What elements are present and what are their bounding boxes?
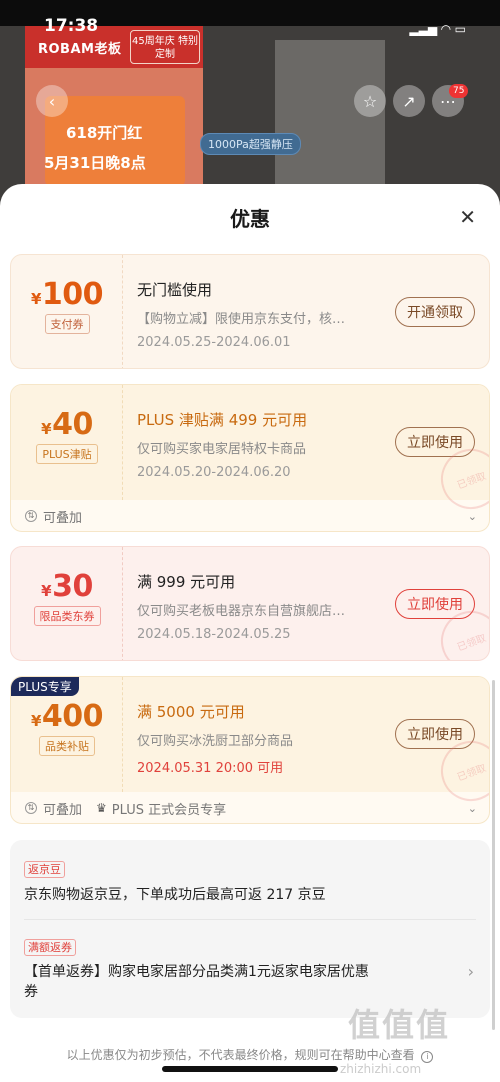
coupon-desc: 仅可购买家电家居特权卡商品: [137, 442, 307, 457]
coupon-card: ¥30 限品类东券 满 999 元可用 仅可购买老板电器京东自营旗舰店… 202…: [10, 546, 490, 661]
status-time: 17:38: [44, 16, 99, 36]
coupon-type: 支付券: [44, 314, 90, 334]
jingdou-label: 返京豆: [24, 861, 65, 878]
stackable-label: 可叠加: [43, 510, 83, 526]
chevron-down-icon[interactable]: ⌄: [468, 510, 477, 523]
share-icon[interactable]: ↗: [393, 85, 425, 117]
chevron-down-icon[interactable]: ⌄: [468, 802, 477, 815]
coupon-type: PLUS津贴: [36, 444, 98, 464]
coupon-amount: ¥30: [41, 569, 93, 604]
coupon-card: ¥100 支付券 无门槛使用 【购物立减】限使用京东支付，核… 2024.05.…: [10, 254, 490, 369]
coupon-type: 品类补贴: [39, 736, 95, 756]
jingdou-text: 京东购物返京豆，下单成功后最高可返 217 京豆: [24, 887, 326, 903]
stack-icon: ⇅: [25, 510, 37, 522]
plus-member-label: PLUS 正式会员专享: [111, 802, 227, 818]
coupon-type: 限品类东券: [33, 606, 101, 626]
open-claim-button[interactable]: 开通领取: [395, 297, 475, 327]
chevron-right-icon[interactable]: ›: [468, 962, 474, 981]
favorite-star-icon[interactable]: ☆: [354, 85, 386, 117]
status-icons: ▂▃▅ ◠ ▭: [409, 22, 466, 36]
brand-logo: ROBAM老板: [38, 42, 122, 57]
coupon-amount: ¥400: [30, 699, 104, 734]
coupon-card: PLUS专享 ¥400 品类补贴 满 5000 元可用 仅可购买冰洗厨卫部分商品…: [10, 676, 490, 824]
coupon-desc: 【购物立减】限使用京东支付，核…: [137, 312, 346, 327]
coupon-desc: 仅可购买老板电器京东自营旗舰店…: [137, 604, 346, 619]
feature-tag: 1000Pa超强静压: [200, 133, 301, 155]
watermark-logo: 值值值: [348, 1006, 451, 1044]
crown-icon: ♛: [96, 801, 107, 815]
rebate-text: 【首单返券】购家电家居部分品类满1元返家电家居优惠券: [24, 964, 369, 1000]
home-indicator[interactable]: [162, 1066, 338, 1072]
coupon-amount: ¥100: [30, 277, 104, 312]
anniversary-badge: 45周年庆 特别定制: [130, 30, 200, 64]
coupon-title: 满 999 元可用: [137, 573, 236, 591]
back-button[interactable]: ‹: [36, 85, 68, 117]
coupon-desc: 仅可购买冰洗厨卫部分商品: [137, 734, 294, 749]
close-icon[interactable]: ✕: [459, 205, 476, 229]
coupon-date: 2024.05.25-2024.06.01: [137, 335, 291, 350]
coupon-amount: ¥40: [41, 407, 93, 442]
stackable-row[interactable]: ⇅ 可叠加 ⌄: [11, 501, 489, 531]
info-icon[interactable]: i: [421, 1051, 434, 1063]
stack-icon: ⇅: [25, 802, 37, 814]
stackable-row[interactable]: ⇅ 可叠加 ♛ PLUS 正式会员专享 ⌄: [11, 793, 489, 823]
sheet-title: 优惠: [230, 207, 270, 231]
coupon-title: PLUS 津贴满 499 元可用: [137, 411, 308, 429]
promo-line2: 5月31日晚8点: [44, 154, 146, 172]
watermark-url: zhizhizhi.com: [340, 1062, 422, 1076]
coupon-card: ¥40 PLUS津贴 PLUS 津贴满 499 元可用 仅可购买家电家居特权卡商…: [10, 384, 490, 532]
rebate-info-box: 返京豆 京东购物返京豆，下单成功后最高可返 217 京豆 满额返券 【首单返券】…: [10, 840, 490, 1018]
discount-sheet: 优惠 ✕ ¥100 支付券 无门槛使用 【购物立减】限使用京东支付，核… 202…: [0, 184, 500, 1082]
scrollbar[interactable]: [492, 680, 495, 1030]
promo-line1: 618开门红: [66, 124, 143, 142]
stackable-label: 可叠加: [43, 802, 83, 818]
coupon-date: 2024.05.31 20:00 可用: [137, 761, 284, 776]
coupon-date: 2024.05.18-2024.05.25: [137, 627, 291, 642]
coupon-date: 2024.05.20-2024.06.20: [137, 465, 291, 480]
coupon-title: 无门槛使用: [137, 281, 213, 299]
coupon-title: 满 5000 元可用: [137, 703, 245, 721]
disclaimer-note: 以上优惠仅为初步预估，不代表最终价格，规则可在帮助中心查看 i: [0, 1046, 500, 1063]
notification-badge: 75: [449, 84, 469, 98]
product-image: [275, 40, 385, 200]
rebate-label: 满额返券: [24, 939, 76, 956]
